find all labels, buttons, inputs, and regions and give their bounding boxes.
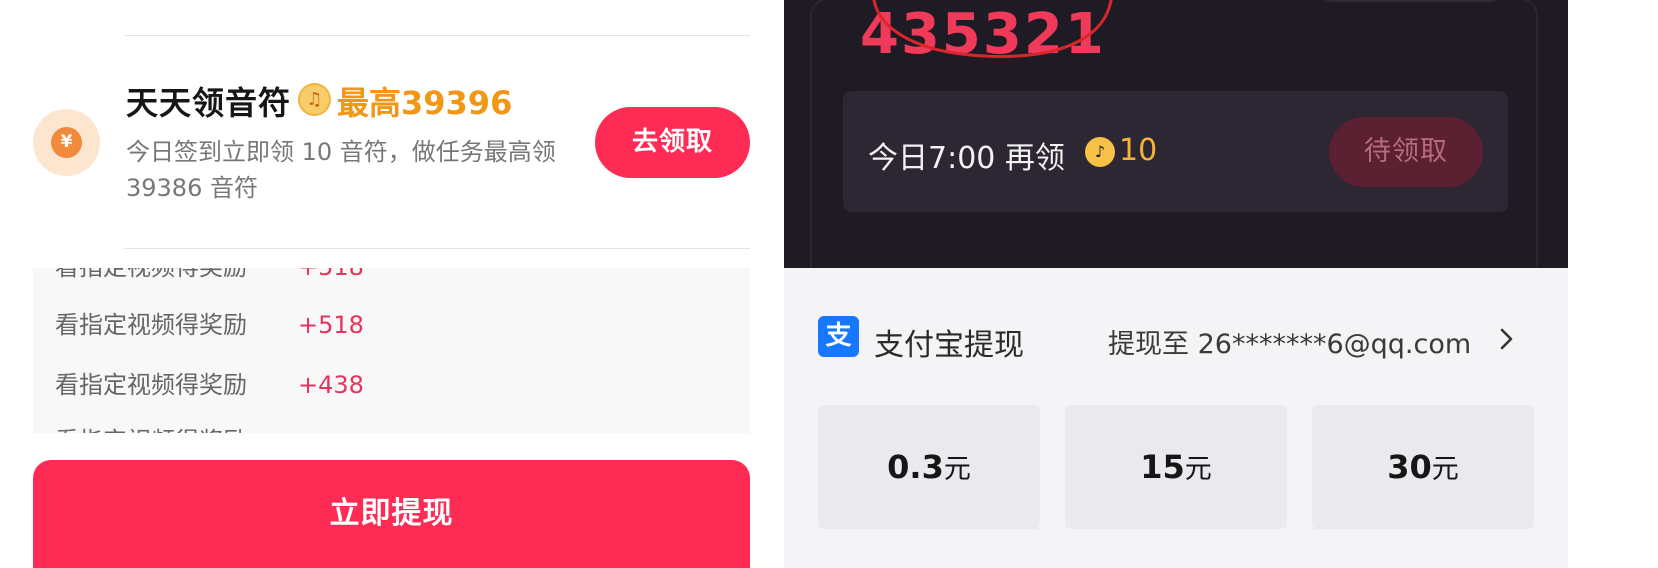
- amount-unit: 元: [1184, 454, 1212, 485]
- withdraw-account[interactable]: 提现至 26*******6@qq.com: [1108, 322, 1471, 361]
- next-claim-amount: 10: [1119, 133, 1158, 168]
- reward-amount: +518: [298, 311, 364, 339]
- reward-label: 看指定视频得奖励: [55, 268, 298, 284]
- amount-option-2[interactable]: 30元: [1312, 405, 1534, 529]
- list-item: 看指定视频得奖励 +518: [55, 308, 364, 342]
- music-note-coin-icon: ♫: [298, 83, 331, 116]
- next-claim-card: 今日7:00 再领 ♪ 10 待领取: [843, 91, 1508, 212]
- amount-unit: 元: [943, 454, 971, 485]
- amount-value: 15: [1140, 448, 1185, 486]
- sign-in-task-panel: ¥ 天天领音符 ♫ 最高39396 今日签到立即领 10 音符，做任务最高领 3…: [0, 0, 784, 568]
- amount-option-0[interactable]: 0.3元: [818, 405, 1040, 529]
- top-divider: [124, 35, 750, 36]
- bottom-divider: [124, 248, 750, 249]
- pending-claim-button[interactable]: 待领取: [1329, 117, 1483, 187]
- reward-amount: +438: [298, 371, 364, 399]
- list-item: 看指定视频得奖励 +438: [55, 368, 364, 402]
- withdraw-sheet: 支 支付宝提现 提现至 26*******6@qq.com 0.3元 15元 3…: [784, 268, 1568, 568]
- coin-balance-panel: 435321 今日7:00 再领 ♪ 10 待领取: [784, 0, 1568, 268]
- red-annotation-circle: [872, 0, 1113, 58]
- list-item: 看指定视频得奖励+518: [55, 268, 364, 284]
- alipay-icon: 支: [818, 316, 859, 357]
- music-coin-icon: ♪: [1085, 137, 1115, 167]
- amount-option-1[interactable]: 15元: [1065, 405, 1287, 529]
- task-title: 天天领音符: [126, 84, 292, 122]
- claim-button[interactable]: 去领取: [595, 107, 750, 178]
- task-max-reward: 最高39396: [337, 84, 513, 122]
- withdraw-now-button[interactable]: 立即提现: [33, 460, 750, 568]
- yen-coin-icon: ¥: [33, 109, 100, 176]
- reward-ticker-list: 看指定视频得奖励+518 看指定视频得奖励+518 看指定视频得奖励+438 看…: [33, 268, 750, 433]
- next-claim-text: 今日7:00 再领: [868, 141, 1065, 176]
- reward-amount: +518: [298, 268, 364, 281]
- amount-value: 0.3: [887, 448, 944, 486]
- reward-label: 看指定视频得奖励: [55, 424, 298, 433]
- top-pill-button[interactable]: [1316, 0, 1506, 2]
- alipay-withdraw-label: 支付宝提现: [874, 328, 1024, 363]
- task-description: 今日签到立即领 10 音符，做任务最高领 39386 音符: [126, 138, 556, 202]
- amount-value: 30: [1387, 448, 1432, 486]
- yen-symbol: ¥: [51, 127, 82, 158]
- list-item: 看指定视频得奖励: [55, 424, 298, 433]
- reward-label: 看指定视频得奖励: [55, 371, 247, 399]
- reward-label: 看指定视频得奖励: [55, 311, 247, 339]
- amount-unit: 元: [1431, 454, 1459, 485]
- right-margin: [1568, 0, 1658, 568]
- chevron-right-icon[interactable]: [1492, 324, 1522, 354]
